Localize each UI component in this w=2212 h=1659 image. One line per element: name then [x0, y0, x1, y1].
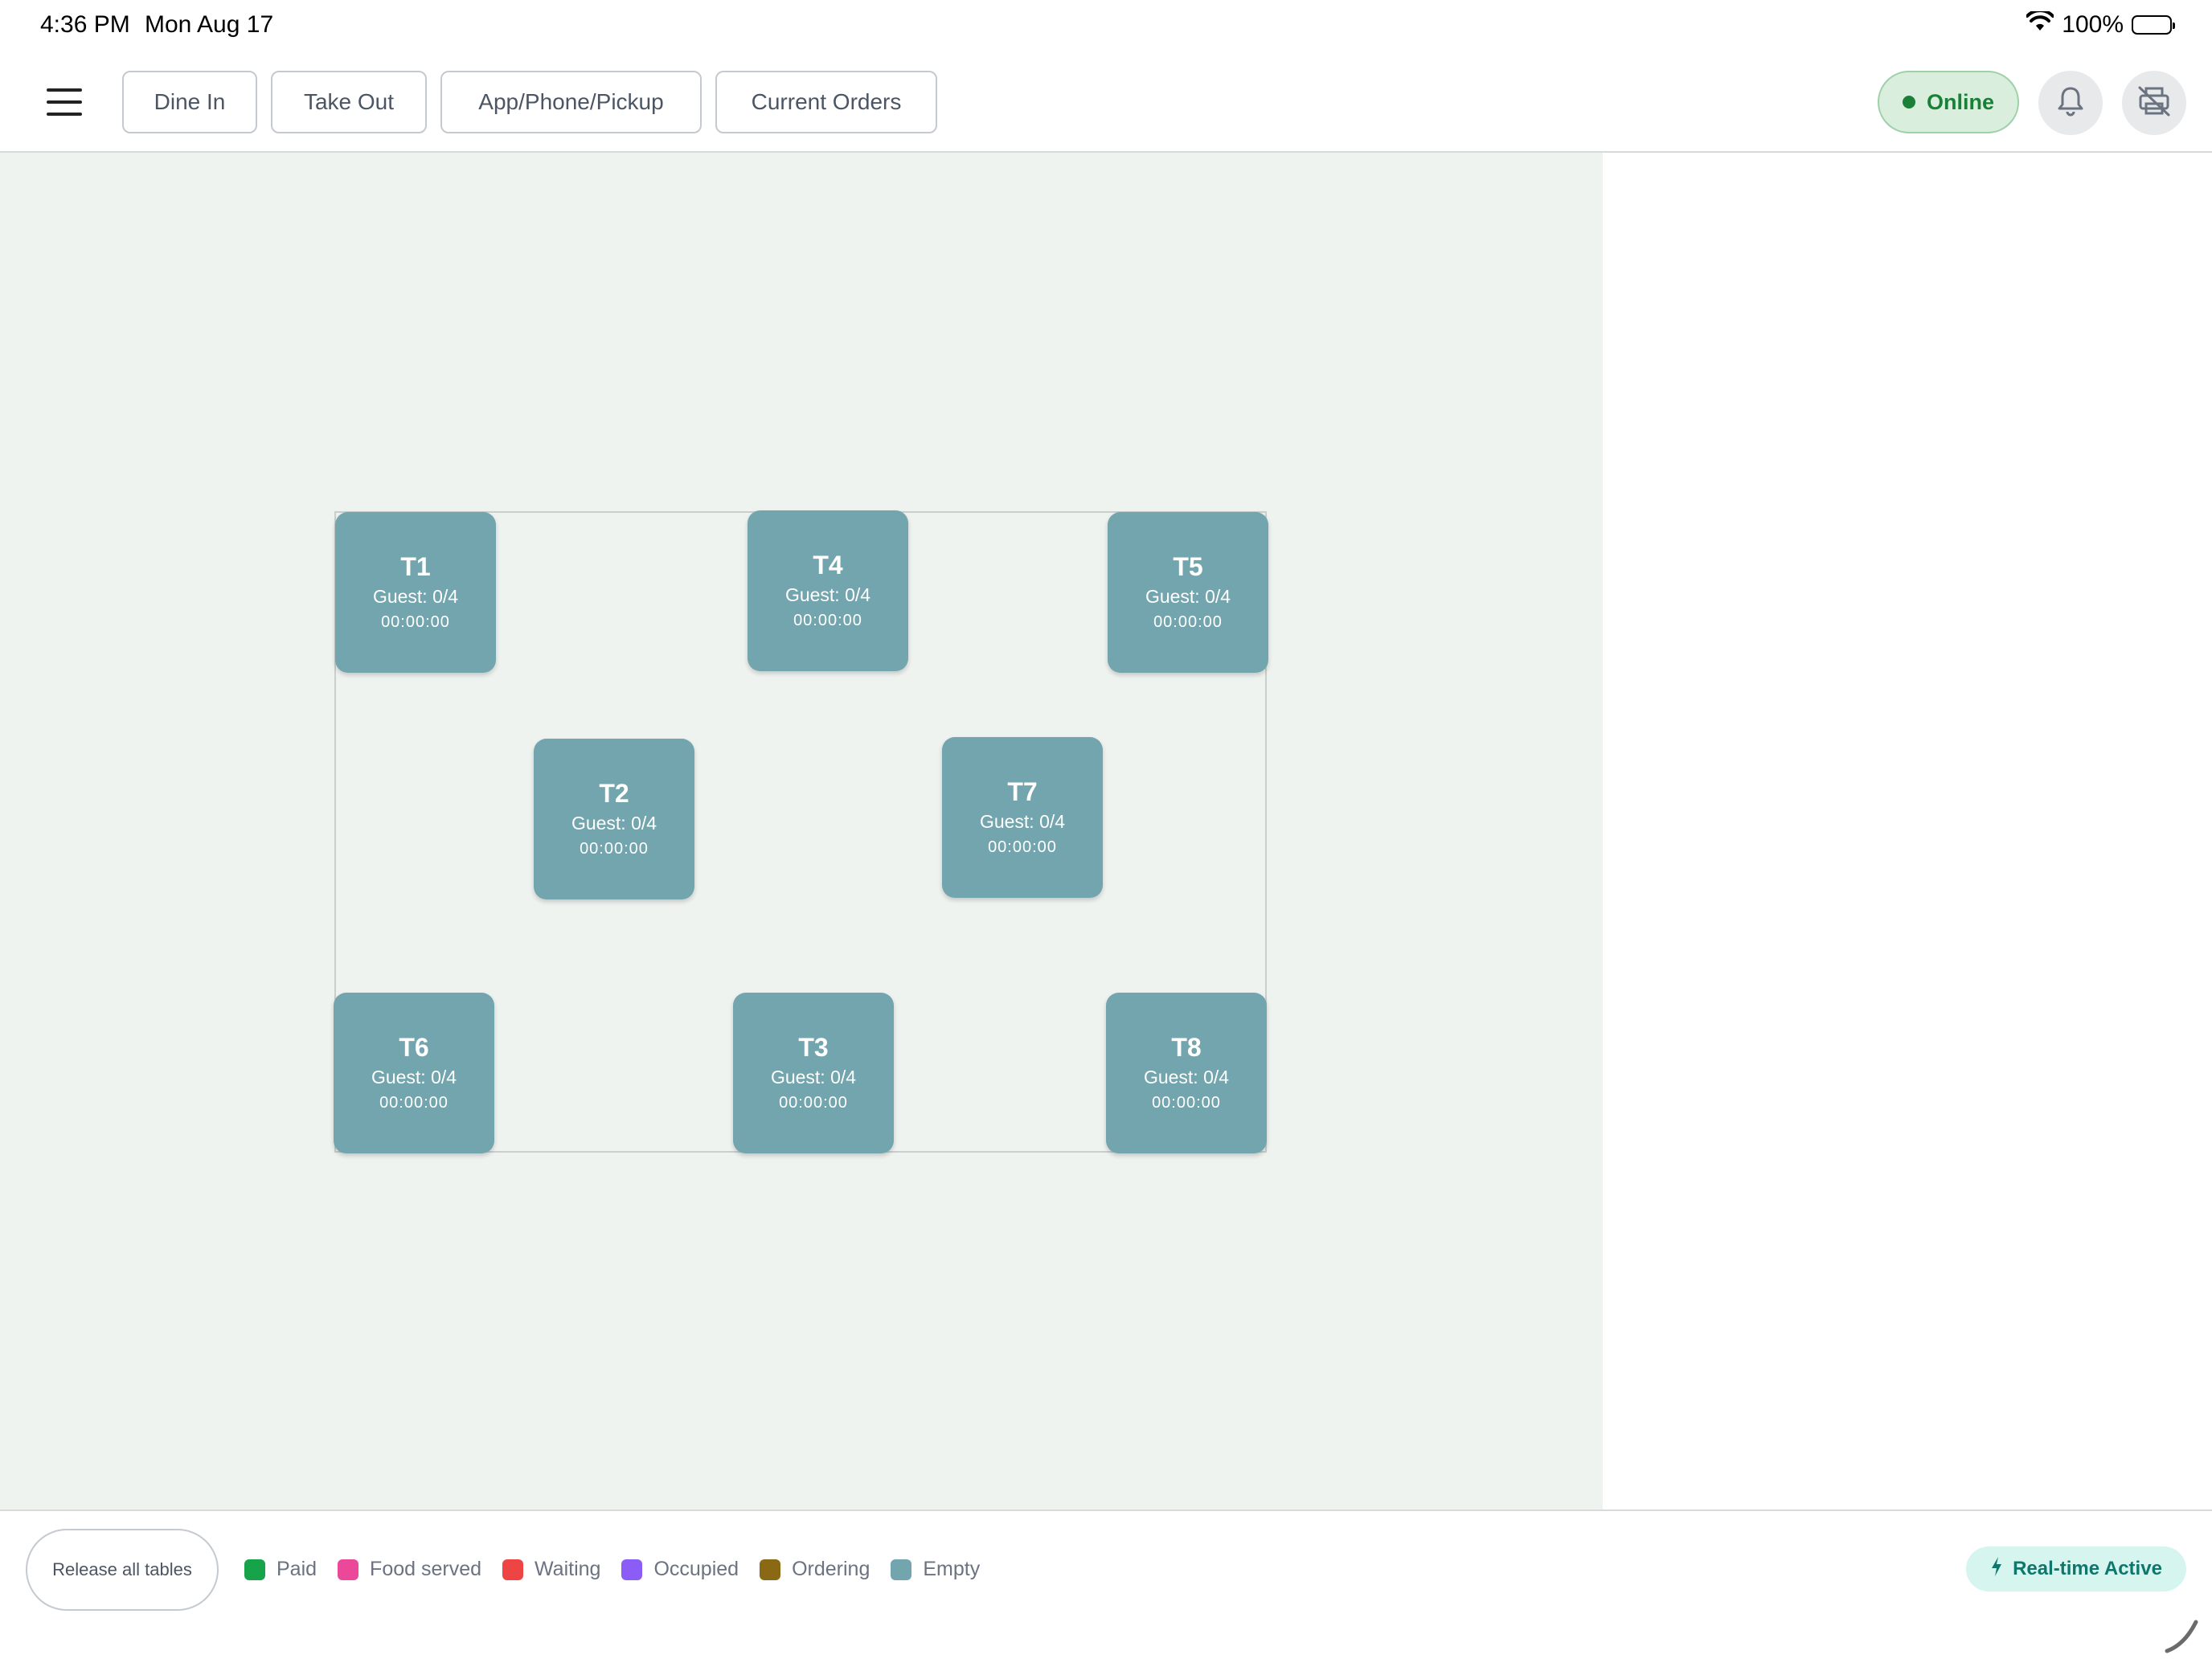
table-timer: 00:00:00	[1152, 1094, 1221, 1112]
legend-label: Ordering	[792, 1558, 870, 1580]
printer-button[interactable]	[2122, 71, 2186, 135]
status-bar: 4:36 PM Mon Aug 17 100%	[0, 0, 2212, 53]
table-name: T5	[1173, 552, 1203, 581]
wifi-icon	[2026, 9, 2055, 39]
table-name: T3	[798, 1033, 829, 1062]
realtime-label: Real-time Active	[2013, 1558, 2162, 1579]
table-card-t1[interactable]: T1 Guest: 0/4 00:00:00	[335, 512, 496, 673]
table-timer: 00:00:00	[793, 612, 862, 629]
menu-icon[interactable]	[47, 88, 82, 116]
battery-percent: 100%	[2062, 11, 2124, 38]
release-all-tables-button[interactable]: Release all tables	[26, 1529, 219, 1611]
table-timer: 00:00:00	[381, 613, 450, 631]
tab-dine-in[interactable]: Dine In	[122, 71, 257, 133]
legend-swatch	[338, 1559, 359, 1580]
table-name: T7	[1007, 777, 1038, 806]
online-status-button[interactable]: Online	[1878, 71, 2019, 133]
status-right: 100%	[2026, 9, 2175, 39]
legend-swatch	[502, 1559, 524, 1580]
legend-label: Waiting	[535, 1558, 601, 1580]
legend-swatch	[244, 1559, 265, 1580]
table-name: T2	[599, 779, 629, 808]
legend-item-occupied: Occupied	[621, 1558, 739, 1581]
table-name: T6	[399, 1033, 429, 1062]
table-timer: 00:00:00	[779, 1094, 848, 1112]
legend-item-empty: Empty	[891, 1558, 980, 1581]
status-date: Mon Aug 17	[145, 11, 274, 38]
legend-label: Occupied	[653, 1558, 739, 1580]
top-toolbar: Dine In Take Out App/Phone/Pickup Curren…	[0, 53, 2212, 153]
status-time: 4:36 PM	[40, 11, 130, 38]
table-guests: Guest: 0/4	[571, 813, 657, 834]
bottom-bar: Release all tables Paid Food served Wait…	[0, 1509, 2212, 1659]
table-timer: 00:00:00	[379, 1094, 449, 1112]
online-label: Online	[1926, 89, 1994, 114]
table-timer: 00:00:00	[580, 840, 649, 858]
table-guests: Guest: 0/4	[371, 1067, 457, 1088]
status-legend: Paid Food served Waiting Occupied Orderi…	[244, 1558, 1001, 1581]
realtime-status-badge: Real-time Active	[1966, 1546, 2186, 1591]
table-guests: Guest: 0/4	[1145, 586, 1231, 607]
table-card-t6[interactable]: T6 Guest: 0/4 00:00:00	[334, 993, 494, 1153]
table-guests: Guest: 0/4	[372, 586, 459, 607]
table-card-t3[interactable]: T3 Guest: 0/4 00:00:00	[733, 993, 894, 1153]
battery-icon	[2132, 15, 2175, 35]
table-timer: 00:00:00	[988, 838, 1057, 856]
table-guests: Guest: 0/4	[1143, 1067, 1230, 1088]
notifications-button[interactable]	[2038, 71, 2103, 135]
table-name: T1	[400, 552, 431, 581]
legend-label: Empty	[923, 1558, 981, 1580]
table-card-t8[interactable]: T8 Guest: 0/4 00:00:00	[1106, 993, 1267, 1153]
legend-swatch	[621, 1559, 643, 1580]
table-guests: Guest: 0/4	[784, 584, 871, 605]
table-card-t4[interactable]: T4 Guest: 0/4 00:00:00	[748, 510, 908, 671]
online-dot-icon	[1902, 96, 1915, 109]
legend-item-food-served: Food served	[338, 1558, 481, 1581]
tab-take-out[interactable]: Take Out	[271, 71, 427, 133]
table-name: T8	[1171, 1033, 1202, 1062]
table-card-t7[interactable]: T7 Guest: 0/4 00:00:00	[942, 737, 1103, 898]
table-guests: Guest: 0/4	[979, 811, 1066, 832]
legend-item-waiting: Waiting	[502, 1558, 600, 1581]
floor-plan: T1 Guest: 0/4 00:00:00 T4 Guest: 0/4 00:…	[0, 153, 1603, 1509]
order-side-panel	[1603, 153, 2212, 1509]
corner-indicator-icon	[2165, 1620, 2198, 1653]
table-guests: Guest: 0/4	[770, 1067, 857, 1088]
table-name: T4	[813, 551, 843, 580]
bell-icon	[2056, 85, 2085, 121]
table-timer: 00:00:00	[1153, 613, 1223, 631]
table-card-t5[interactable]: T5 Guest: 0/4 00:00:00	[1108, 512, 1268, 673]
printer-off-icon	[2136, 85, 2172, 121]
legend-swatch	[891, 1559, 912, 1580]
legend-item-ordering: Ordering	[760, 1558, 870, 1581]
table-card-t2[interactable]: T2 Guest: 0/4 00:00:00	[534, 739, 694, 899]
legend-label: Paid	[276, 1558, 317, 1580]
tab-app-phone-pickup[interactable]: App/Phone/Pickup	[440, 71, 702, 133]
tab-current-orders[interactable]: Current Orders	[715, 71, 937, 133]
legend-label: Food served	[370, 1558, 482, 1580]
legend-swatch	[760, 1559, 781, 1580]
legend-item-paid: Paid	[244, 1558, 317, 1581]
lightning-icon	[1990, 1556, 2003, 1583]
